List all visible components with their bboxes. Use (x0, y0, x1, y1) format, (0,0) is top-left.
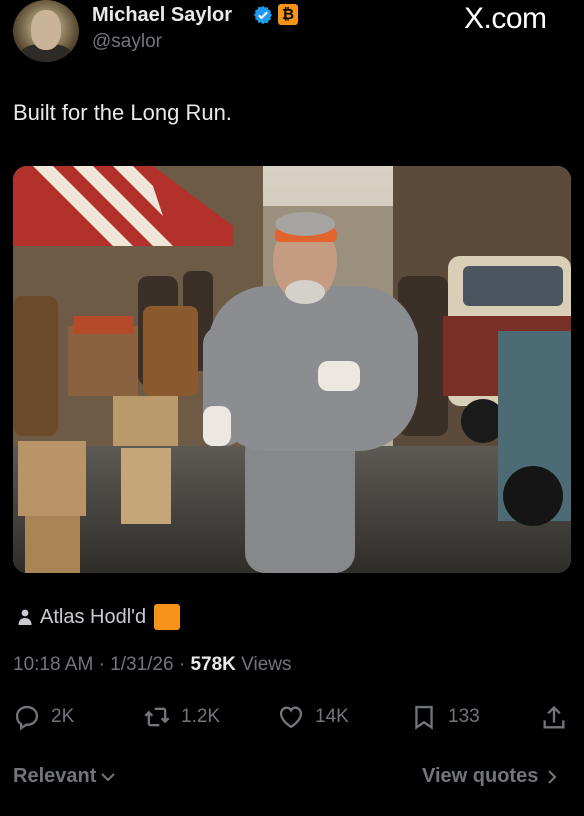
bookmark-count: 133 (448, 706, 480, 727)
verified-icon (253, 5, 273, 25)
repost-count: 1.2K (181, 706, 221, 727)
image-credit: Atlas Hodl'd (18, 604, 181, 630)
watermark: X.com (464, 2, 547, 35)
person-icon (18, 609, 32, 625)
image-credit-label: Atlas Hodl'd (40, 605, 147, 628)
tweet-time[interactable]: 10:18 AM (13, 654, 93, 675)
view-quotes-link[interactable]: View quotes (422, 765, 561, 788)
display-name[interactable]: Michael Saylor (92, 4, 232, 27)
orange-square-icon (154, 604, 181, 630)
bookmark-button[interactable]: 133 (410, 703, 480, 731)
reply-button[interactable]: 2K (13, 703, 74, 731)
share-icon[interactable] (540, 704, 568, 732)
repost-button[interactable]: 1.2K (143, 703, 220, 731)
views-label: Views (241, 654, 292, 675)
view-quotes-label: View quotes (422, 765, 539, 787)
bitcoin-badge-icon: ₿ (278, 4, 298, 25)
bookmark-icon (415, 705, 433, 730)
reply-count: 2K (51, 706, 75, 727)
sort-dropdown[interactable]: Relevant (13, 765, 117, 788)
tweet-image[interactable] (13, 166, 571, 573)
tweet-text: Built for the Long Run. (13, 100, 232, 125)
like-icon (279, 706, 303, 729)
views-count: 578K (190, 654, 236, 675)
sort-label: Relevant (13, 765, 97, 787)
reply-icon (15, 705, 39, 731)
tweet-date[interactable]: 1/31/26 (110, 654, 173, 675)
tweet-meta: 10:18 AM · 1/31/26 · 578K Views (13, 654, 292, 675)
avatar[interactable] (13, 0, 79, 62)
repost-icon (144, 707, 170, 727)
like-button[interactable]: 14K (277, 703, 349, 731)
chevron-down-icon (101, 772, 116, 781)
chevron-right-icon (548, 769, 557, 784)
user-handle[interactable]: @saylor (92, 31, 162, 53)
like-count: 14K (315, 706, 349, 727)
